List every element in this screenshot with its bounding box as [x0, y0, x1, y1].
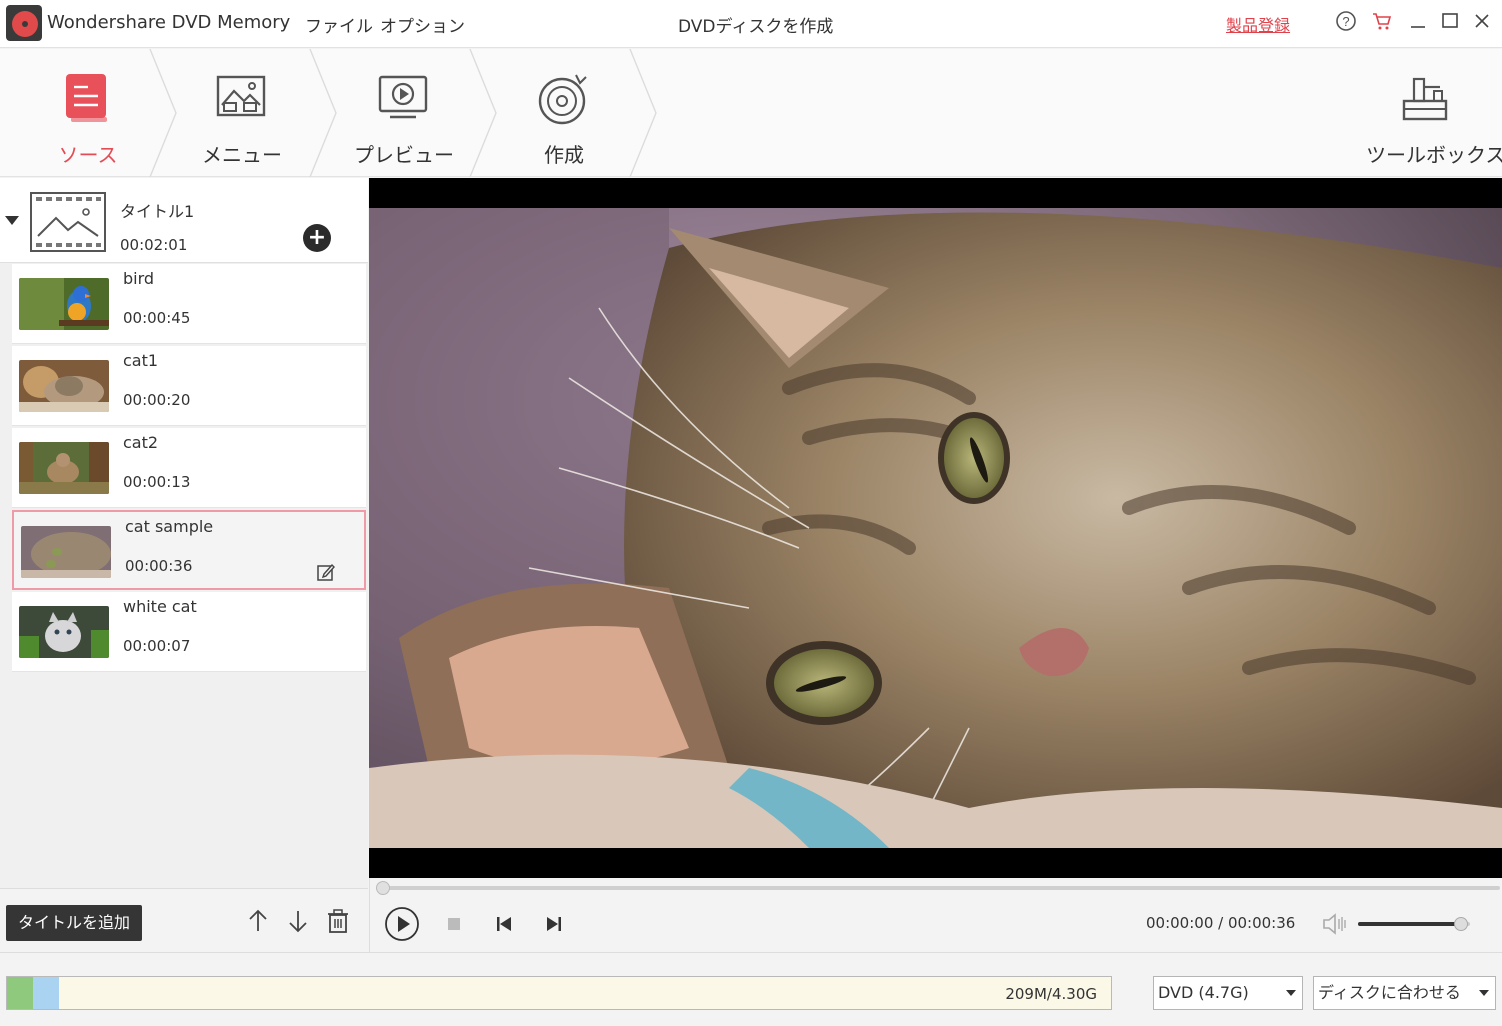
minimize-icon[interactable]: [1405, 8, 1431, 34]
close-icon[interactable]: [1469, 8, 1495, 34]
time-readout: 00:00:00 / 00:00:36: [1146, 914, 1296, 932]
clip-item-cat1[interactable]: cat1 00:00:20: [12, 346, 366, 426]
delete-icon[interactable]: [324, 907, 354, 937]
previous-icon[interactable]: [484, 904, 524, 944]
collapse-caret-icon[interactable]: [5, 216, 19, 225]
video-frame-image: [369, 208, 1502, 848]
title-thumbnail-icon: [30, 192, 106, 252]
clip-thumbnail: [19, 360, 109, 412]
tab-preview[interactable]: プレビュー: [324, 49, 484, 177]
stop-button[interactable]: [434, 904, 474, 944]
tab-preview-label: プレビュー: [354, 143, 454, 167]
clip-name: cat sample: [125, 517, 214, 536]
svg-text:?: ?: [1342, 14, 1349, 29]
clip-duration: 00:00:20: [123, 391, 191, 409]
clip-item-cat2[interactable]: cat2 00:00:13: [12, 428, 366, 508]
menu-options[interactable]: オプション: [380, 12, 465, 37]
clip-list-panel: タイトル1 00:02:01 + bird 00:00:45 cat1 00:0…: [0, 178, 368, 888]
menu-file[interactable]: ファイル: [305, 12, 373, 37]
app-name: Wondershare DVD Memory: [47, 12, 291, 33]
add-clip-button[interactable]: +: [303, 224, 331, 252]
chevron-down-icon: [1286, 990, 1296, 996]
clip-duration: 00:00:45: [123, 309, 191, 327]
seek-thumb[interactable]: [376, 881, 390, 895]
disc-type-select[interactable]: DVD (4.7G): [1153, 976, 1303, 1010]
clip-duration: 00:00:13: [123, 473, 191, 491]
volume-thumb[interactable]: [1454, 917, 1469, 931]
preview-icon: [376, 71, 432, 127]
window-title: DVDディスクを作成: [678, 17, 834, 37]
volume-slider[interactable]: [1358, 917, 1470, 931]
capacity-menu-segment: [33, 977, 59, 1009]
disc-capacity-row: 209M/4.30G DVD (4.7G) ディスクに合わせる: [0, 952, 1502, 1026]
clip-duration: 00:00:36: [125, 557, 193, 575]
step-separator: [629, 49, 657, 177]
tab-menu-label: メニュー: [202, 143, 282, 167]
burn-disc-icon: [536, 71, 592, 127]
clip-item-bird[interactable]: bird 00:00:45: [12, 264, 366, 344]
toolbox-button[interactable]: ツールボックス: [1366, 49, 1502, 177]
title-group-row[interactable]: タイトル1 00:02:01 +: [0, 178, 368, 263]
tab-burn[interactable]: 作成: [484, 49, 644, 177]
help-icon[interactable]: ?: [1333, 8, 1359, 34]
add-title-button[interactable]: タイトルを追加: [6, 905, 142, 941]
tab-source-label: ソース: [58, 143, 118, 167]
move-down-icon[interactable]: [284, 907, 314, 937]
clip-thumbnail: [19, 606, 109, 658]
title-duration: 00:02:01: [120, 236, 188, 254]
next-icon[interactable]: [534, 904, 574, 944]
clip-thumbnail: [21, 526, 111, 578]
clip-thumbnail: [19, 278, 109, 330]
chevron-down-icon: [1479, 990, 1489, 996]
fit-mode-select[interactable]: ディスクに合わせる: [1313, 976, 1496, 1010]
clip-item-cat-sample[interactable]: cat sample 00:00:36: [12, 510, 366, 590]
register-product-link[interactable]: 製品登録: [1226, 12, 1290, 36]
video-preview[interactable]: [369, 178, 1502, 878]
toolbox-icon: [1400, 75, 1450, 125]
maximize-icon[interactable]: [1437, 8, 1463, 34]
clip-name: bird: [123, 269, 155, 288]
clip-actions-bar: タイトルを追加: [0, 888, 368, 952]
source-icon: [60, 71, 116, 127]
volume-icon[interactable]: [1320, 910, 1348, 938]
app-logo-icon: [6, 5, 42, 41]
clip-name: cat1: [123, 351, 159, 370]
clip-name: white cat: [123, 597, 197, 616]
clip-name: cat2: [123, 433, 159, 452]
edit-icon[interactable]: [316, 562, 338, 584]
fit-mode-value: ディスクに合わせる: [1318, 983, 1461, 1002]
title-name: タイトル1: [120, 202, 195, 221]
cart-icon[interactable]: [1369, 8, 1395, 34]
move-up-icon[interactable]: [244, 907, 274, 937]
clip-duration: 00:00:07: [123, 637, 191, 655]
capacity-bar: 209M/4.30G: [6, 976, 1112, 1010]
step-toolbar: ソース メニュー プレビュー 作成 ツールボックス: [0, 49, 1502, 177]
tab-menu[interactable]: メニュー: [162, 49, 322, 177]
volume-level: [1358, 922, 1462, 926]
tab-source[interactable]: ソース: [8, 49, 168, 177]
capacity-text: 209M/4.30G: [1005, 985, 1097, 1003]
disc-type-value: DVD (4.7G): [1158, 983, 1249, 1002]
capacity-video-segment: [7, 977, 34, 1009]
clip-item-white-cat[interactable]: white cat 00:00:07: [12, 592, 366, 672]
title-bar: Wondershare DVD Memory ファイル オプション DVDディス…: [0, 0, 1502, 48]
clip-thumbnail: [19, 442, 109, 494]
play-button[interactable]: [382, 904, 422, 944]
menu-image-icon: [214, 71, 270, 127]
seek-slider[interactable]: [376, 881, 1500, 895]
player-controls: 00:00:00 / 00:00:36: [369, 878, 1502, 952]
tab-burn-label: 作成: [544, 143, 584, 167]
toolbox-label: ツールボックス: [1366, 143, 1502, 167]
